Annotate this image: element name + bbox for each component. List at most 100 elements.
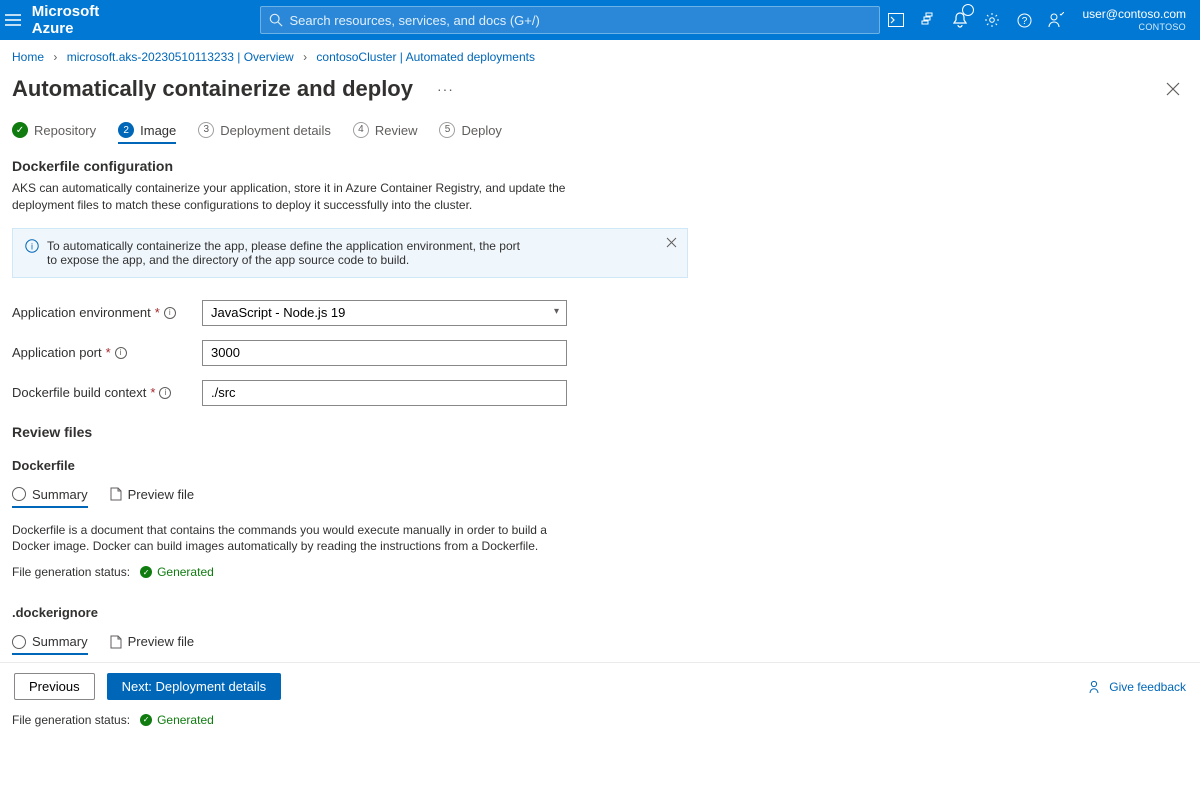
- tab-label: Summary: [32, 487, 88, 502]
- feedback-icon: [1089, 680, 1103, 694]
- required-marker: *: [155, 305, 160, 320]
- tab-label: Preview file: [128, 634, 194, 649]
- label-build-context: Dockerfile build context * i: [12, 385, 202, 400]
- step-number: 3: [198, 122, 214, 138]
- file-title-dockerfile: Dockerfile: [12, 458, 688, 473]
- tabs-dockerignore: Summary Preview file: [12, 630, 688, 655]
- hamburger-icon: [5, 14, 21, 26]
- step-number: 4: [353, 122, 369, 138]
- help-icon[interactable]: i: [115, 347, 127, 359]
- row-app-environment: Application environment * i ▾: [12, 300, 688, 326]
- cloud-shell-icon[interactable]: [880, 0, 912, 40]
- crumb-sep: ›: [297, 50, 313, 64]
- status-value: Generated: [157, 565, 214, 579]
- build-context-field[interactable]: [202, 380, 567, 406]
- status-label: File generation status:: [12, 713, 130, 727]
- tabs-dockerfile: Summary Preview file: [12, 483, 688, 508]
- status-label: File generation status:: [12, 565, 130, 579]
- more-button[interactable]: ···: [433, 77, 458, 101]
- file-icon: [110, 487, 122, 501]
- summary-icon: [12, 487, 26, 501]
- crumb-sep: ›: [47, 50, 63, 64]
- app-environment-field[interactable]: [202, 300, 567, 326]
- step-label: Repository: [34, 123, 96, 138]
- step-number: 2: [118, 122, 134, 138]
- step-review[interactable]: 4 Review: [353, 116, 418, 144]
- dockerfile-desc: Dockerfile is a document that contains t…: [12, 522, 572, 556]
- tab-summary[interactable]: Summary: [12, 483, 88, 508]
- info-icon: i: [25, 239, 39, 267]
- status-badge: ✓ Generated: [140, 713, 214, 727]
- step-image[interactable]: 2 Image: [118, 116, 176, 144]
- page-title: Automatically containerize and deploy: [12, 76, 413, 102]
- tab-preview-file[interactable]: Preview file: [110, 483, 194, 508]
- file-title-dockerignore: .dockerignore: [12, 605, 688, 620]
- feedback-label: Give feedback: [1109, 680, 1186, 694]
- help-icon[interactable]: ?: [1008, 0, 1040, 40]
- crumb-sub[interactable]: microsoft.aks-20230510113233 | Overview: [67, 50, 294, 64]
- required-marker: *: [150, 385, 155, 400]
- app-port-field[interactable]: [202, 340, 567, 366]
- file-icon: [110, 635, 122, 649]
- step-deploy[interactable]: 5 Deploy: [439, 116, 501, 144]
- search-box[interactable]: [260, 6, 880, 34]
- breadcrumb: Home › microsoft.aks-20230510113233 | Ov…: [0, 40, 1200, 74]
- notifications-icon[interactable]: [944, 0, 976, 40]
- section-title-review: Review files: [12, 424, 688, 440]
- step-repository[interactable]: ✓ Repository: [12, 116, 96, 144]
- info-close-button[interactable]: [666, 237, 677, 248]
- svg-text:?: ?: [1022, 16, 1028, 27]
- top-bar: Microsoft Azure ? user@contoso.com CONTO…: [0, 0, 1200, 40]
- tab-label: Summary: [32, 634, 88, 649]
- search-wrap: [260, 6, 880, 34]
- status-row-dockerignore: File generation status: ✓ Generated: [12, 713, 688, 727]
- section-desc-dockerfile: AKS can automatically containerize your …: [12, 180, 572, 214]
- row-app-port: Application port * i: [12, 340, 688, 366]
- row-build-context: Dockerfile build context * i: [12, 380, 688, 406]
- help-icon[interactable]: i: [159, 387, 171, 399]
- info-text: To automatically containerize the app, p…: [47, 239, 527, 267]
- search-input[interactable]: [289, 13, 871, 28]
- status-value: Generated: [157, 713, 214, 727]
- stepper: ✓ Repository 2 Image 3 Deployment detail…: [12, 116, 688, 144]
- give-feedback-link[interactable]: Give feedback: [1089, 680, 1186, 694]
- hamburger-menu[interactable]: [0, 0, 26, 40]
- close-button[interactable]: [1158, 78, 1188, 100]
- notification-badge: [962, 4, 974, 16]
- step-deployment-details[interactable]: 3 Deployment details: [198, 116, 331, 144]
- help-icon[interactable]: i: [164, 307, 176, 319]
- check-icon: ✓: [140, 566, 152, 578]
- tab-summary[interactable]: Summary: [12, 630, 88, 655]
- section-title-dockerfile: Dockerfile configuration: [12, 158, 688, 174]
- crumb-home[interactable]: Home: [12, 50, 44, 64]
- close-icon: [666, 237, 677, 248]
- step-label: Deployment details: [220, 123, 331, 138]
- next-button[interactable]: Next: Deployment details: [107, 673, 282, 700]
- summary-icon: [12, 635, 26, 649]
- user-block[interactable]: user@contoso.com CONTOSO: [1072, 5, 1200, 34]
- close-icon: [1166, 82, 1180, 96]
- svg-text:i: i: [31, 241, 33, 251]
- settings-icon[interactable]: [976, 0, 1008, 40]
- page-header: Automatically containerize and deploy ··…: [0, 74, 1200, 116]
- feedback-top-icon[interactable]: [1040, 0, 1072, 40]
- input-build-context[interactable]: [202, 380, 567, 406]
- status-badge: ✓ Generated: [140, 565, 214, 579]
- input-app-port[interactable]: [202, 340, 567, 366]
- directories-icon[interactable]: [912, 0, 944, 40]
- step-label: Image: [140, 123, 176, 138]
- footer: Previous Next: Deployment details Give f…: [0, 662, 1200, 710]
- input-app-environment[interactable]: ▾: [202, 300, 567, 326]
- search-icon: [269, 13, 283, 27]
- user-tenant: CONTOSO: [1082, 22, 1186, 33]
- brand-label: Microsoft Azure: [26, 3, 121, 37]
- top-icons: ? user@contoso.com CONTOSO: [880, 0, 1200, 40]
- info-box: i To automatically containerize the app,…: [12, 228, 688, 278]
- previous-button[interactable]: Previous: [14, 673, 95, 700]
- tab-preview-file[interactable]: Preview file: [110, 630, 194, 655]
- check-icon: ✓: [140, 714, 152, 726]
- step-number: 5: [439, 122, 455, 138]
- step-label: Deploy: [461, 123, 501, 138]
- label-app-port: Application port * i: [12, 345, 202, 360]
- crumb-cluster[interactable]: contosoCluster | Automated deployments: [316, 50, 535, 64]
